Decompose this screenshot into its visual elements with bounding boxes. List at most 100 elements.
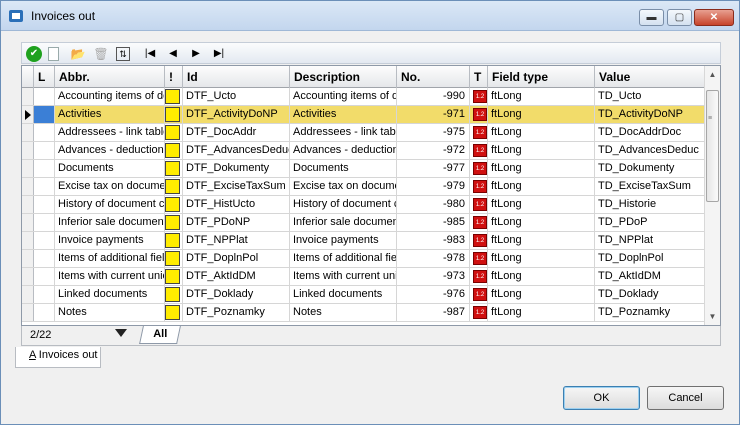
row-field-type[interactable]: ftLong (488, 88, 595, 105)
row-no[interactable]: -971 (397, 106, 470, 123)
row-abbr[interactable]: Notes (55, 304, 165, 321)
row-no[interactable]: -975 (397, 124, 470, 141)
delete-icon[interactable]: 🗑 (93, 46, 109, 62)
row-id[interactable]: DTF_DoplnPol (183, 250, 290, 267)
row-description[interactable]: Accounting items of do (290, 88, 397, 105)
row-description[interactable]: Advances - deduction (290, 142, 397, 159)
table-row[interactable]: 1.2 Inferior sale document DTF_PDoNP Inferi… (22, 214, 705, 232)
row-no[interactable]: -979 (397, 178, 470, 195)
row-no[interactable]: -983 (397, 232, 470, 249)
row-description[interactable]: Documents (290, 160, 397, 177)
row-description[interactable]: Inferior sale document (290, 214, 397, 231)
row-indicator[interactable] (22, 214, 34, 231)
table-row[interactable]: 1.2 Linked documents DTF_Doklady Linked doc… (22, 286, 705, 304)
row-field-type[interactable]: ftLong (488, 214, 595, 231)
row-description[interactable]: Invoice payments (290, 232, 397, 249)
row-no[interactable]: -980 (397, 196, 470, 213)
row-value[interactable]: TD_DocAddrDoc (595, 124, 705, 141)
row-id[interactable]: DTF_Ucto (183, 88, 290, 105)
header-no[interactable]: No. (397, 66, 470, 88)
row-indicator[interactable] (22, 124, 34, 141)
table-row[interactable]: 1.2 Activities DTF_ActivityDoNP Activities -… (22, 106, 705, 124)
tab-all[interactable]: All (139, 326, 181, 344)
row-value[interactable]: TD_Doklady (595, 286, 705, 303)
row-field-type[interactable]: ftLong (488, 268, 595, 285)
header-value[interactable]: Value (595, 66, 705, 88)
scroll-down-icon[interactable]: ▼ (705, 308, 720, 325)
row-abbr[interactable]: Items with current unic (55, 268, 165, 285)
vertical-scrollbar[interactable]: ▲ ≡ ▼ (704, 66, 720, 325)
row-value[interactable]: TD_Historie (595, 196, 705, 213)
table-row[interactable]: 1.2 Documents DTF_Dokumenty Documents -977 ft… (22, 160, 705, 178)
table-row[interactable]: 1.2 Invoice payments DTF_NPPlat Invoice pay… (22, 232, 705, 250)
first-record-icon[interactable]: |◀ (142, 46, 158, 62)
row-field-type[interactable]: ftLong (488, 304, 595, 321)
header-id[interactable]: Id (183, 66, 290, 88)
row-description[interactable]: Items with current unic (290, 268, 397, 285)
row-no[interactable]: -978 (397, 250, 470, 267)
scroll-up-icon[interactable]: ▲ (705, 66, 720, 83)
filter-icon[interactable] (115, 329, 127, 341)
row-indicator[interactable] (22, 178, 34, 195)
table-row[interactable]: 1.2 Addressees - link table DTF_DocAddr Add… (22, 124, 705, 142)
row-id[interactable]: DTF_HistUcto (183, 196, 290, 213)
row-l-cell[interactable] (34, 106, 55, 123)
row-abbr[interactable]: Inferior sale document (55, 214, 165, 231)
row-l-cell[interactable] (34, 160, 55, 177)
row-value[interactable]: TD_Ucto (595, 88, 705, 105)
maximize-button[interactable]: ▢ (667, 9, 692, 26)
row-l-cell[interactable] (34, 286, 55, 303)
row-indicator[interactable] (22, 88, 34, 105)
row-indicator[interactable] (22, 268, 34, 285)
row-id[interactable]: DTF_AdvancesDeduc (183, 142, 290, 159)
last-record-icon[interactable]: ▶| (211, 46, 227, 62)
row-abbr[interactable]: Linked documents (55, 286, 165, 303)
row-value[interactable]: TD_AktIdDM (595, 268, 705, 285)
row-description[interactable]: History of document c (290, 196, 397, 213)
row-abbr[interactable]: Excise tax on docume (55, 178, 165, 195)
table-row[interactable]: 1.2 Notes DTF_Poznamky Notes -987 ftLong TD_Po… (22, 304, 705, 322)
row-l-cell[interactable] (34, 268, 55, 285)
row-no[interactable]: -976 (397, 286, 470, 303)
row-field-type[interactable]: ftLong (488, 196, 595, 213)
row-value[interactable]: TD_DoplnPol (595, 250, 705, 267)
title-bar[interactable]: Invoices out ▬ ▢ ✕ (1, 1, 739, 31)
row-id[interactable]: DTF_PDoNP (183, 214, 290, 231)
open-folder-icon[interactable]: 📂 (70, 46, 86, 62)
row-indicator[interactable] (22, 286, 34, 303)
table-row[interactable]: 1.2 Excise tax on docume DTF_ExciseTaxSum E… (22, 178, 705, 196)
row-l-cell[interactable] (34, 214, 55, 231)
table-row[interactable]: 1.2 Accounting items of do DTF_Ucto Account… (22, 88, 705, 106)
header-t[interactable]: T (470, 66, 488, 88)
row-abbr[interactable]: Activities (55, 106, 165, 123)
row-indicator[interactable] (22, 250, 34, 267)
row-l-cell[interactable] (34, 88, 55, 105)
row-id[interactable]: DTF_ActivityDoNP (183, 106, 290, 123)
row-abbr[interactable]: Advances - deduction (55, 142, 165, 159)
tab-invoices-out[interactable]: A Invoices out (15, 347, 101, 368)
row-l-cell[interactable] (34, 124, 55, 141)
row-l-cell[interactable] (34, 142, 55, 159)
row-value[interactable]: TD_ExciseTaxSum (595, 178, 705, 195)
row-description[interactable]: Linked documents (290, 286, 397, 303)
row-l-cell[interactable] (34, 250, 55, 267)
row-indicator[interactable] (22, 304, 34, 321)
row-field-type[interactable]: ftLong (488, 160, 595, 177)
table-row[interactable]: 1.2 Items with current unic DTF_AktIdDM Ite… (22, 268, 705, 286)
row-id[interactable]: DTF_AktIdDM (183, 268, 290, 285)
row-no[interactable]: -987 (397, 304, 470, 321)
scroll-thumb[interactable] (706, 90, 719, 202)
confirm-check-icon[interactable]: ✔ (26, 46, 42, 62)
row-l-cell[interactable] (34, 178, 55, 195)
row-field-type[interactable]: ftLong (488, 178, 595, 195)
row-id[interactable]: DTF_Dokumenty (183, 160, 290, 177)
current-row-arrow-icon[interactable] (22, 106, 34, 123)
close-button[interactable]: ✕ (694, 9, 734, 26)
row-no[interactable]: -972 (397, 142, 470, 159)
refresh-icon[interactable]: ⇅ (116, 47, 130, 61)
table-row[interactable]: 1.2 History of document c DTF_HistUcto Hist… (22, 196, 705, 214)
header-field-type[interactable]: Field type (488, 66, 595, 88)
row-no[interactable]: -977 (397, 160, 470, 177)
row-value[interactable]: TD_Poznamky (595, 304, 705, 321)
row-l-cell[interactable] (34, 196, 55, 213)
